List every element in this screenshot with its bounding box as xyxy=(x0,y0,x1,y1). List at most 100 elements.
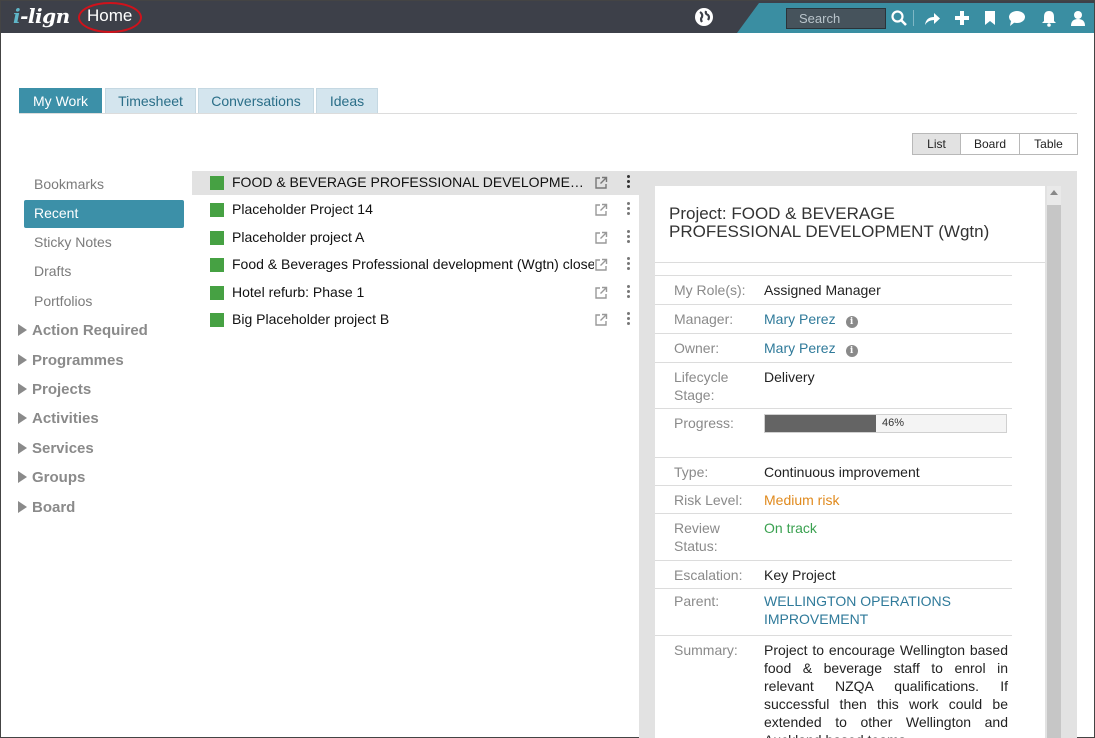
expand-arrow-icon xyxy=(18,324,27,336)
field-label: Progress: xyxy=(674,415,734,431)
search-input[interactable]: Search xyxy=(786,8,886,29)
project-name[interactable]: Placeholder Project 14 xyxy=(232,201,594,217)
more-options-icon[interactable] xyxy=(625,285,631,301)
field-label: Summary: xyxy=(674,642,738,658)
globe-icon[interactable] xyxy=(695,8,713,26)
list-item[interactable]: Hotel refurb: Phase 1 xyxy=(192,281,639,305)
list-item[interactable]: Placeholder project A xyxy=(192,226,639,250)
detail-row-manager: Manager: Mary Perez i xyxy=(655,304,1012,333)
project-detail-panel: Project: FOOD & BEVERAGE PROFESSIONAL DE… xyxy=(655,186,1045,738)
expand-arrow-icon xyxy=(18,383,27,395)
detail-row-review: Review Status: On track xyxy=(655,513,1012,560)
field-value: Key Project xyxy=(764,567,836,583)
info-icon[interactable]: i xyxy=(845,345,858,357)
list-item[interactable]: Big Placeholder project B xyxy=(192,308,639,332)
more-options-icon[interactable] xyxy=(625,257,631,273)
field-value: Continuous improvement xyxy=(764,464,920,480)
sidebar-item-portfolios[interactable]: Portfolios xyxy=(24,288,184,316)
sidebar-group-action-required[interactable]: Action Required xyxy=(18,322,148,339)
expand-arrow-icon xyxy=(18,412,27,424)
field-label: Manager: xyxy=(674,311,734,327)
project-name[interactable]: Placeholder project A xyxy=(232,229,594,245)
detail-row-escalation: Escalation: Key Project xyxy=(655,560,1012,588)
list-item[interactable]: Food & Beverages Professional developmen… xyxy=(192,253,639,277)
owner-link[interactable]: Mary Perez i xyxy=(764,339,1008,357)
sidebar-group-activities[interactable]: Activities xyxy=(18,410,99,427)
summary-text: Project to encourage Wellington based fo… xyxy=(764,642,1008,738)
search-icon[interactable] xyxy=(890,9,908,27)
scroll-up-icon[interactable] xyxy=(1050,190,1058,195)
status-indicator-icon xyxy=(210,258,224,272)
detail-row-risk: Risk Level: Medium risk xyxy=(655,485,1012,513)
more-options-icon[interactable] xyxy=(625,312,631,328)
field-label: Owner: xyxy=(674,340,720,356)
sidebar-group-programmes[interactable]: Programmes xyxy=(18,352,124,369)
bookmark-icon[interactable] xyxy=(981,9,999,27)
sidebar-item-bookmarks[interactable]: Bookmarks xyxy=(24,171,184,199)
user-icon[interactable] xyxy=(1069,9,1087,27)
info-icon[interactable]: i xyxy=(845,316,858,328)
tab-timesheet[interactable]: Timesheet xyxy=(105,88,196,114)
tab-my-work[interactable]: My Work xyxy=(19,88,102,114)
view-table-button[interactable]: Table xyxy=(1019,133,1078,155)
detail-row-type: Type: Continuous improvement xyxy=(655,457,1012,485)
expand-arrow-icon xyxy=(18,354,27,366)
bell-icon[interactable] xyxy=(1040,9,1058,27)
highlight-annotation xyxy=(78,2,142,33)
tab-conversations[interactable]: Conversations xyxy=(198,88,314,114)
sidebar-item-recent[interactable]: Recent xyxy=(24,200,184,228)
divider xyxy=(655,262,1045,263)
field-label: Type: xyxy=(674,464,709,480)
sidebar-item-drafts[interactable]: Drafts xyxy=(24,258,184,286)
more-options-icon[interactable] xyxy=(625,230,631,246)
expand-arrow-icon xyxy=(18,442,27,454)
project-name[interactable]: Hotel refurb: Phase 1 xyxy=(232,284,594,300)
external-link-icon[interactable] xyxy=(594,286,608,300)
expand-arrow-icon xyxy=(18,501,27,513)
status-indicator-icon xyxy=(210,286,224,300)
field-label: Lifecycle Stage: xyxy=(674,369,729,403)
more-options-icon[interactable] xyxy=(625,175,631,191)
tab-ideas[interactable]: Ideas xyxy=(316,88,378,114)
chat-icon[interactable] xyxy=(1008,9,1026,27)
share-icon[interactable] xyxy=(923,9,941,27)
detail-row-summary: Summary: Project to encourage Wellington… xyxy=(655,635,1012,738)
field-label: Review Status: xyxy=(674,520,720,554)
progress-bar: 46% xyxy=(764,414,1007,433)
sidebar-group-services[interactable]: Services xyxy=(18,440,94,457)
external-link-icon[interactable] xyxy=(594,313,608,327)
project-name[interactable]: FOOD & BEVERAGE PROFESSIONAL DEVELOPMENT… xyxy=(232,174,594,190)
list-item[interactable]: FOOD & BEVERAGE PROFESSIONAL DEVELOPMENT… xyxy=(192,171,639,195)
list-item[interactable]: Placeholder Project 14 xyxy=(192,198,639,222)
more-options-icon[interactable] xyxy=(625,202,631,218)
project-name[interactable]: Food & Beverages Professional developmen… xyxy=(232,256,594,272)
top-bar: i-lign Home Search xyxy=(1,1,1094,33)
external-link-icon[interactable] xyxy=(594,231,608,245)
view-board-button[interactable]: Board xyxy=(960,133,1020,155)
external-link-icon[interactable] xyxy=(594,176,608,190)
risk-value: Medium risk xyxy=(764,492,840,508)
status-indicator-icon xyxy=(210,203,224,217)
external-link-icon[interactable] xyxy=(594,258,608,272)
add-icon[interactable] xyxy=(953,9,971,27)
view-list-button[interactable]: List xyxy=(912,133,961,155)
field-value: Delivery xyxy=(764,369,815,385)
external-link-icon[interactable] xyxy=(594,203,608,217)
sidebar-item-sticky-notes[interactable]: Sticky Notes xyxy=(24,229,184,257)
field-label: Escalation: xyxy=(674,567,743,583)
field-label: My Role(s): xyxy=(674,282,746,298)
field-label: Parent: xyxy=(674,593,720,609)
sidebar-group-board[interactable]: Board xyxy=(18,499,75,516)
sidebar-group-projects[interactable]: Projects xyxy=(18,381,91,398)
parent-link[interactable]: WELLINGTON OPERATIONS IMPROVEMENT xyxy=(764,592,1008,628)
sidebar-group-groups[interactable]: Groups xyxy=(18,469,85,486)
scrollbar-thumb[interactable] xyxy=(1047,205,1061,738)
manager-link[interactable]: Mary Perez i xyxy=(764,310,1008,328)
app-logo[interactable]: i-lign xyxy=(13,4,70,28)
detail-row-parent: Parent: WELLINGTON OPERATIONS IMPROVEMEN… xyxy=(655,588,1012,635)
status-indicator-icon xyxy=(210,231,224,245)
project-name[interactable]: Big Placeholder project B xyxy=(232,311,594,327)
tab-underline xyxy=(19,113,1077,114)
toolbar-divider xyxy=(913,10,914,26)
field-label: Risk Level: xyxy=(674,492,743,508)
